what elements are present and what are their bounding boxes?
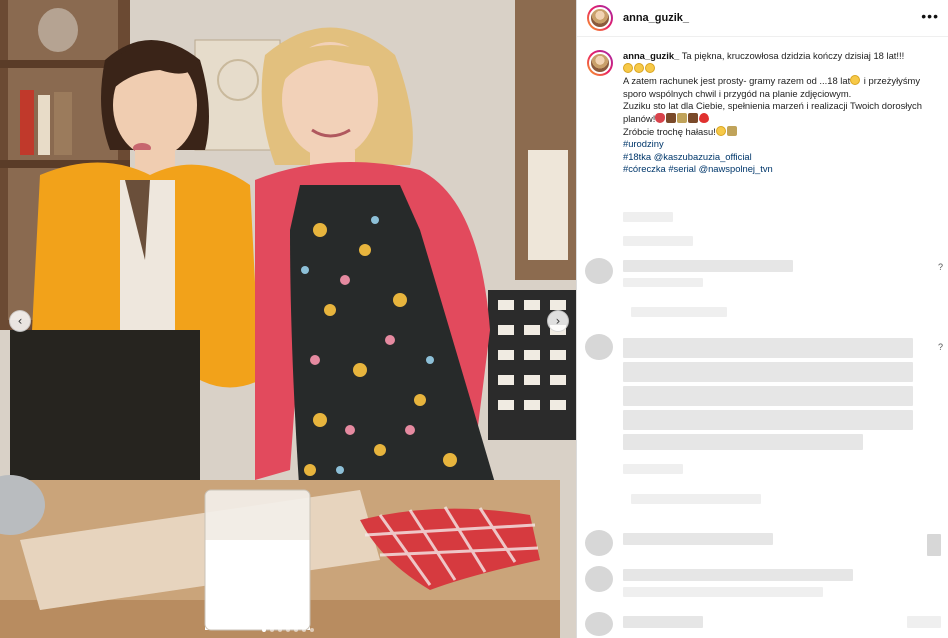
book-emoji-icon (666, 112, 677, 123)
post-photo[interactable]: ‹ › (0, 0, 576, 638)
blurred-avatar (585, 612, 613, 636)
carousel-dots (0, 628, 576, 632)
mention-link[interactable]: @nawspolnej_tvn (699, 163, 773, 174)
hashtag-link[interactable]: #18tka (623, 151, 651, 162)
hashtag-link[interactable]: #serial (668, 163, 696, 174)
carousel-dot[interactable] (302, 628, 306, 632)
hashtag-link[interactable]: #urodziny (623, 138, 664, 149)
caption-line-1: Ta piękna, kruczowłosa dzidzia kończy dz… (681, 50, 905, 61)
carousel-next-button[interactable]: › (547, 310, 569, 332)
caption-username[interactable]: anna_guzik_ (623, 50, 679, 61)
blurred-comment-text (623, 616, 703, 628)
chevron-left-icon: ‹ (17, 314, 23, 328)
carousel-dot[interactable] (310, 628, 314, 632)
caption-line-5: Zróbcie trochę hałasu! (623, 125, 716, 137)
carousel-dot[interactable] (278, 628, 282, 632)
heart-emoji-icon (699, 112, 710, 123)
grinning-emoji-icon (623, 62, 633, 73)
blurred-comment-text (623, 278, 703, 287)
grinning-emoji-icon (634, 62, 644, 73)
blurred-comment-meta (623, 236, 693, 246)
post-photo-illustration (0, 0, 576, 638)
instagram-post-view: ‹ › anna_guzik_ ••• anna_guzik_ Ta piękn… (0, 0, 948, 638)
post-author-username[interactable]: anna_guzik_ (623, 12, 689, 24)
avatar-image (589, 52, 611, 74)
blurred-comment-text (623, 410, 913, 430)
blurred-comment-text (623, 338, 913, 358)
smiley-emoji-icon (850, 75, 861, 86)
avatar[interactable] (587, 5, 613, 31)
thumbs-up-emoji-icon (726, 125, 737, 136)
carousel-dot[interactable] (262, 628, 266, 632)
post-side-panel: anna_guzik_ ••• anna_guzik_ Ta piękna, k… (576, 0, 948, 638)
rose-emoji-icon (655, 112, 666, 123)
blurred-comment-icon (927, 534, 941, 556)
post-header: anna_guzik_ ••• (577, 0, 948, 37)
blurred-avatar (585, 334, 613, 360)
blurred-comment-text (623, 533, 773, 545)
blurred-comment-text (623, 434, 863, 450)
blurred-comment-text (623, 569, 853, 581)
blurred-avatar (585, 258, 613, 284)
post-caption: anna_guzik_ Ta piękna, kruczowłosa dzidz… (587, 50, 937, 176)
more-options-icon[interactable]: ••• (921, 8, 939, 24)
mention-link[interactable]: @kaszubazuzia_official (654, 151, 752, 162)
blurred-comment-meta (623, 212, 673, 222)
blurred-comment-text (623, 260, 793, 272)
blurred-comment-meta (631, 307, 727, 317)
comment-like-icon[interactable]: ? (938, 342, 943, 352)
carousel-dot[interactable] (294, 628, 298, 632)
hashtag-link[interactable]: #córeczka (623, 163, 666, 174)
carousel-dot[interactable] (270, 628, 274, 632)
film-emoji-icon (688, 112, 699, 123)
caption-text: anna_guzik_ Ta piękna, kruczowłosa dzidz… (623, 50, 935, 176)
caption-line-2: A zatem rachunek jest prosty- gramy raze… (623, 75, 851, 87)
carousel-previous-button[interactable]: ‹ (9, 310, 31, 332)
blurred-comment-text (623, 386, 913, 406)
blurred-comment-text (623, 587, 823, 597)
pray-emoji-icon (677, 112, 688, 123)
blurred-comment-meta (631, 494, 761, 504)
comment-like-icon[interactable]: ? (938, 262, 943, 272)
carousel-dot[interactable] (286, 628, 290, 632)
grinning-emoji-icon (645, 62, 655, 73)
blurred-comment-meta (907, 616, 941, 628)
avatar-image (589, 7, 611, 29)
blurred-comment-meta (623, 464, 683, 474)
smiley-emoji-icon (715, 125, 726, 136)
chevron-right-icon: › (555, 314, 561, 328)
blurred-avatar (585, 566, 613, 592)
blurred-comment-text (623, 362, 913, 382)
blurred-avatar (585, 530, 613, 556)
caption-avatar[interactable] (587, 50, 613, 76)
